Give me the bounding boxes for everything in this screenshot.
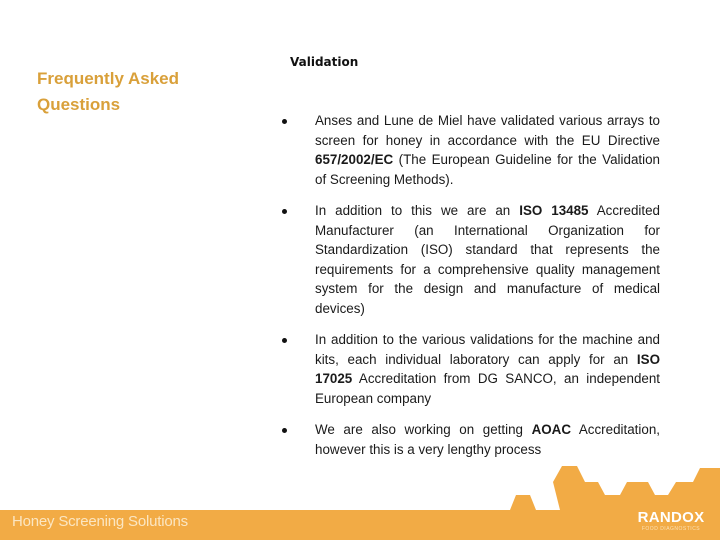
bullet-text: In addition to the various validations f…: [315, 332, 660, 367]
bullet-bold-text: AOAC: [531, 422, 571, 437]
bullet-item: Anses and Lune de Miel have validated va…: [280, 111, 660, 189]
logo-main-text: RANDOX: [637, 509, 705, 526]
bullet-list: Anses and Lune de Miel have validated va…: [280, 111, 660, 471]
bullet-text: Anses and Lune de Miel have validated va…: [315, 113, 660, 148]
bullet-dot-icon: [282, 338, 287, 343]
bullet-dot-icon: [282, 209, 287, 214]
bullet-text: Accreditation from DG SANCO, an independ…: [315, 371, 660, 406]
section-heading: Validation: [290, 55, 359, 69]
bullet-text: In addition to this we are an: [315, 203, 520, 218]
footer-tagline: Honey Screening Solutions: [12, 513, 188, 530]
bullet-item: In addition to the various validations f…: [280, 330, 660, 408]
bullet-dot-icon: [282, 428, 287, 433]
bullet-text: We are also working on getting: [315, 422, 532, 437]
bullet-bold-text: ISO 13485: [519, 203, 589, 218]
bullet-item: We are also working on getting AOAC Accr…: [280, 420, 660, 459]
bullet-dot-icon: [282, 119, 287, 124]
bullet-text: Accredited Manufacturer (an Internationa…: [315, 203, 660, 316]
randox-logo: RANDOX FOOD DIAGNOSTICS: [630, 510, 712, 533]
logo-sub-text: FOOD DIAGNOSTICS: [641, 526, 701, 532]
faq-title: Frequently Asked Questions: [37, 69, 180, 114]
bullet-bold-text: 657/2002/EC: [315, 152, 394, 167]
bullet-item: In addition to this we are an ISO 13485 …: [280, 201, 660, 318]
